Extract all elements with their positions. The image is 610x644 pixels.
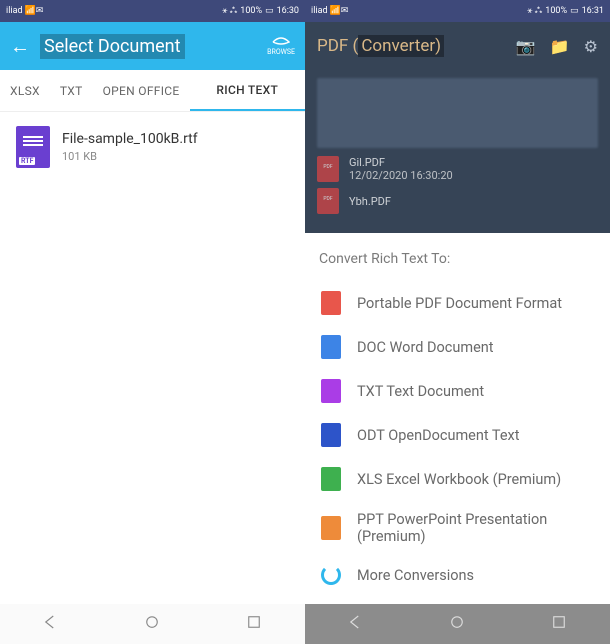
recent-file-item: Ybh.PDF: [317, 188, 598, 214]
convert-option-txt[interactable]: TXT Text Document: [315, 369, 600, 413]
app-bar-pdf: PDF (Converter) 📷 📁 ⚙: [305, 22, 610, 70]
tab-txt[interactable]: TXT: [50, 70, 93, 111]
nav-bar-left: [0, 604, 305, 644]
convert-option-pdf[interactable]: Portable PDF Document Format: [315, 281, 600, 325]
status-bar-left: iliad 📶✉ ⚹ ⁂ 100% ▭ 16:30: [0, 0, 305, 22]
nav-home-button[interactable]: [448, 613, 466, 635]
ppt-icon: [321, 516, 341, 540]
file-size: 101 KB: [62, 150, 198, 163]
file-name: File-sample_100kB.rtf: [62, 131, 198, 147]
gear-icon[interactable]: ⚙: [584, 37, 598, 56]
tab-xlsx[interactable]: XLSX: [0, 70, 50, 111]
status-bar-right: iliad 📶✉ ⚹ ⁂ 100% ▭ 16:31: [305, 0, 610, 22]
tab-bar: XLSX TXT OPEN OFFICE RICH TEXT: [0, 70, 305, 112]
pdf-icon: [321, 291, 341, 315]
battery-label: 100%: [240, 6, 262, 16]
pdf-file-icon: [317, 188, 339, 214]
time-label: 16:30: [277, 6, 299, 16]
convert-option-odt[interactable]: ODT OpenDocument Text: [315, 413, 600, 457]
bt-icon: ⚹ ⁂: [222, 6, 237, 16]
sync-icon: [321, 565, 341, 585]
convert-sheet: Convert Rich Text To: Portable PDF Docum…: [305, 233, 610, 604]
pdf-file-icon: [317, 156, 339, 182]
app-brand: PDF (Converter): [317, 36, 444, 56]
document-preview-blurred: [317, 78, 598, 148]
sheet-title: Convert Rich Text To:: [315, 251, 600, 281]
browse-button[interactable]: BROWSE: [267, 36, 295, 56]
convert-option-ppt[interactable]: PPT PowerPoint Presentation (Premium): [315, 501, 600, 555]
nav-recents-button[interactable]: [550, 613, 568, 635]
camera-icon[interactable]: 📷: [516, 37, 536, 56]
signal-icon: 📶✉: [25, 6, 44, 16]
tab-open-office[interactable]: OPEN OFFICE: [93, 70, 190, 111]
odt-icon: [321, 423, 341, 447]
app-bar: ← Select Document BROWSE: [0, 22, 305, 70]
convert-option-more[interactable]: More Conversions: [315, 555, 600, 595]
tab-rich-text[interactable]: RICH TEXT: [190, 70, 306, 111]
nav-recents-button[interactable]: [245, 613, 263, 635]
xls-icon: [321, 467, 341, 491]
battery-icon: ▭: [265, 6, 274, 16]
folder-icon[interactable]: 📁: [550, 37, 570, 56]
carrier-label: iliad: [311, 6, 328, 16]
bt-icon: ⚹ ⁂: [527, 6, 542, 16]
browse-eye-icon: [272, 36, 290, 48]
page-title: Select Document: [40, 34, 185, 59]
recent-file-item: Gil.PDF12/02/2020 16:30:20: [317, 156, 598, 182]
back-arrow-icon[interactable]: ←: [10, 34, 30, 59]
nav-home-button[interactable]: [143, 613, 161, 635]
nav-bar-right: [305, 604, 610, 644]
battery-icon: ▭: [570, 6, 579, 16]
nav-back-button[interactable]: [42, 613, 60, 635]
file-item[interactable]: RTF File-sample_100kB.rtf 101 KB: [0, 112, 305, 182]
battery-label: 100%: [545, 6, 567, 16]
nav-back-button[interactable]: [347, 613, 365, 635]
convert-option-xls[interactable]: XLS Excel Workbook (Premium): [315, 457, 600, 501]
convert-option-doc[interactable]: DOC Word Document: [315, 325, 600, 369]
rtf-file-icon: RTF: [16, 126, 50, 168]
carrier-label: iliad: [6, 6, 23, 16]
signal-icon: 📶✉: [330, 6, 349, 16]
time-label: 16:31: [582, 6, 604, 16]
txt-icon: [321, 379, 341, 403]
doc-icon: [321, 335, 341, 359]
